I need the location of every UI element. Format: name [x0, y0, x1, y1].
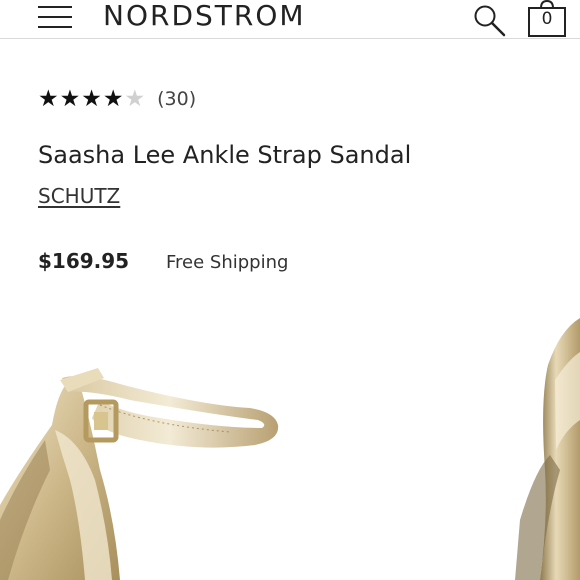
product-title: Saasha Lee Ankle Strap Sandal	[38, 141, 412, 169]
star-icon: ★	[81, 85, 102, 112]
star-icon: ★	[59, 85, 81, 112]
product-price: $169.95	[38, 249, 130, 273]
star-icon: ★	[38, 85, 59, 112]
search-icon[interactable]	[472, 3, 508, 39]
shipping-info: Free Shipping	[166, 252, 289, 273]
rating-stars: ★ ★ ★ ★ ★	[38, 85, 146, 112]
star-icon: ★	[102, 85, 124, 112]
brand-logo[interactable]: NORDSTROM	[103, 0, 306, 32]
product-rating[interactable]: ★ ★ ★ ★ ★ (30)	[38, 84, 196, 114]
star-icon: ★	[124, 85, 146, 112]
bag-count: 0	[541, 9, 553, 29]
site-header: NORDSTROM 0	[0, 0, 580, 39]
hamburger-menu-icon[interactable]	[38, 6, 72, 30]
brand-link[interactable]: SCHUTZ	[38, 184, 120, 208]
sandal-photo	[0, 318, 580, 580]
product-image[interactable]	[0, 300, 580, 580]
review-count[interactable]: (30)	[157, 88, 196, 110]
shopping-bag-icon[interactable]: 0	[526, 0, 568, 38]
